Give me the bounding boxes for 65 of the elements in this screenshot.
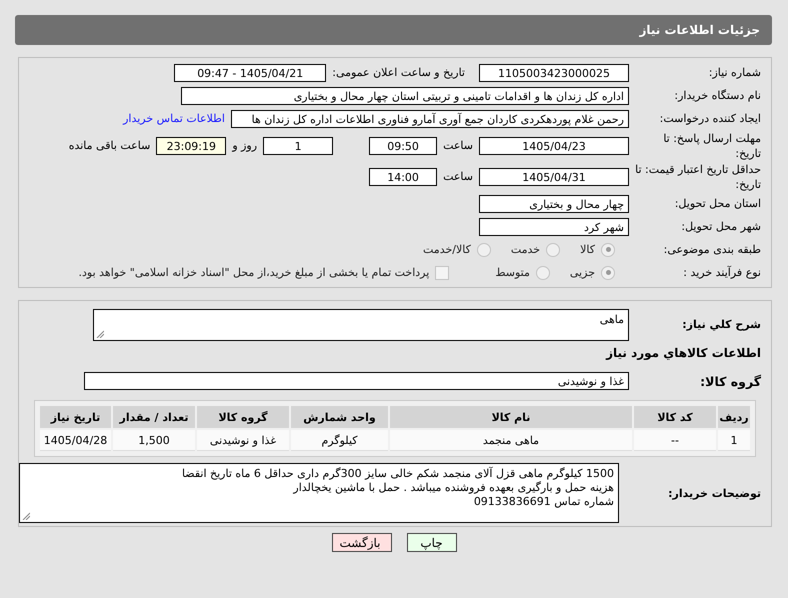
section-title: اطلاعات کالاهاي مورد نياز	[606, 344, 761, 362]
column-header: گروه کالا	[197, 406, 289, 428]
column-header: تاریخ نیاز	[40, 406, 111, 428]
checkbox[interactable]	[435, 266, 450, 280]
field-label: مهلت ارسال پاسخ: تا تاریخ:	[662, 130, 761, 160]
radio-label: کالا/خدمت	[423, 243, 471, 256]
radio-button[interactable]	[601, 266, 615, 280]
page-title: جزئیات اطلاعات نیاز	[639, 23, 760, 37]
remaining-time-field: 23:09:19	[156, 136, 226, 154]
table-cell: 1	[718, 430, 750, 451]
days-label: روز و	[232, 139, 258, 152]
radio-label: خدمت	[510, 243, 540, 256]
time-label: ساعت	[443, 170, 473, 183]
field-label: گروه کالا:	[699, 374, 761, 388]
time-label: ساعت	[443, 139, 473, 152]
deadline-time-field: 09:50	[369, 136, 438, 154]
table-cell: ماهی منجمد	[390, 430, 632, 451]
table-cell: --	[634, 430, 716, 451]
radio-label: جزیی	[570, 266, 595, 279]
need-number-field: 1105003423000025	[479, 64, 629, 82]
resize-grip-icon	[96, 330, 104, 338]
checkbox-label: پرداخت تمام یا بخشی از مبلغ خرید،از محل "اسناد خزانه اسلامی" خواهد بود.	[78, 266, 430, 279]
resize-grip-icon	[22, 512, 30, 520]
remaining-label: ساعت باقی مانده	[68, 139, 150, 152]
radio-button[interactable]	[536, 266, 550, 280]
field-label: نوع فرآیند خرید :	[682, 265, 761, 280]
validity-time-field: 14:00	[369, 168, 438, 186]
field-label: طبقه بندی موضوعی:	[662, 242, 761, 257]
table-cell: 1,500	[113, 430, 195, 451]
city-field: شهر کرد	[479, 218, 629, 236]
summary-field: ماهی	[93, 309, 629, 341]
field-label: ایجاد کننده درخواست:	[658, 111, 761, 126]
back-button[interactable]: بازگشت	[332, 533, 392, 552]
radio-label: کالا	[580, 243, 595, 256]
field-label: توضیحات خریدار:	[667, 486, 761, 500]
creator-field: رحمن غلام پوردهکردی کاردان جمع آوری آمارو فناوری اطلاعات اداره کل زندان ها	[231, 110, 629, 128]
field-label: حداقل تاریخ اعتبار قیمت: تا تاریخ:	[635, 162, 761, 192]
column-header: تعداد / مقدار	[113, 406, 195, 428]
table-cell: کیلوگرم	[291, 430, 388, 451]
column-header: واحد شمارش	[291, 406, 388, 428]
column-header: نام کالا	[390, 406, 632, 428]
print-button[interactable]: چاپ	[406, 533, 456, 552]
buyer-org-field: اداره کل زندان ها و اقدامات تامینی و تربیتی استان چهار محال و بختیاری	[181, 86, 629, 104]
field-label: تاریخ و ساعت اعلان عمومی:	[332, 66, 465, 79]
province-field: چهار محال و بختیاری	[479, 194, 629, 212]
deadline-date-field: 1405/04/23	[479, 136, 629, 154]
goods-group-field: غذا و نوشیدنی	[84, 372, 629, 390]
table-cell: 1405/04/28	[40, 430, 111, 451]
field-label: شرح کلي نياز:	[681, 316, 761, 332]
column-header: ردیف	[718, 406, 750, 428]
buyer-contact-link[interactable]: اطلاعات تماس خریدار	[123, 112, 225, 125]
announce-date-field: 1405/04/21 - 09:47	[174, 64, 326, 82]
validity-date-field: 1405/04/31	[479, 168, 629, 186]
radio-button[interactable]	[476, 242, 491, 256]
table-cell: غذا و نوشیدنی	[197, 430, 289, 451]
radio-label: متوسط	[495, 266, 530, 279]
field-label: استان محل تحویل:	[674, 196, 761, 211]
buyer-notes-field: 1500 کیلوگرم ماهی قزل آلای منجمد شکم خالی سایز 300گرم داری حداقل 6 ماه تاریخ انقضا هزینه حمل و بارگیری بعهده فروشنده میباشد . حمل با ماشین یخچالدار شماره تماس 09133836691	[19, 463, 619, 523]
column-header: کد کالا	[634, 406, 716, 428]
field-label: شهر محل تحویل:	[680, 219, 761, 234]
field-label: نام دستگاه خریدار:	[673, 88, 761, 103]
field-label: شماره نیاز:	[708, 65, 761, 80]
days-field: 1	[263, 136, 334, 154]
radio-button[interactable]	[601, 242, 615, 256]
radio-button[interactable]	[546, 242, 560, 256]
